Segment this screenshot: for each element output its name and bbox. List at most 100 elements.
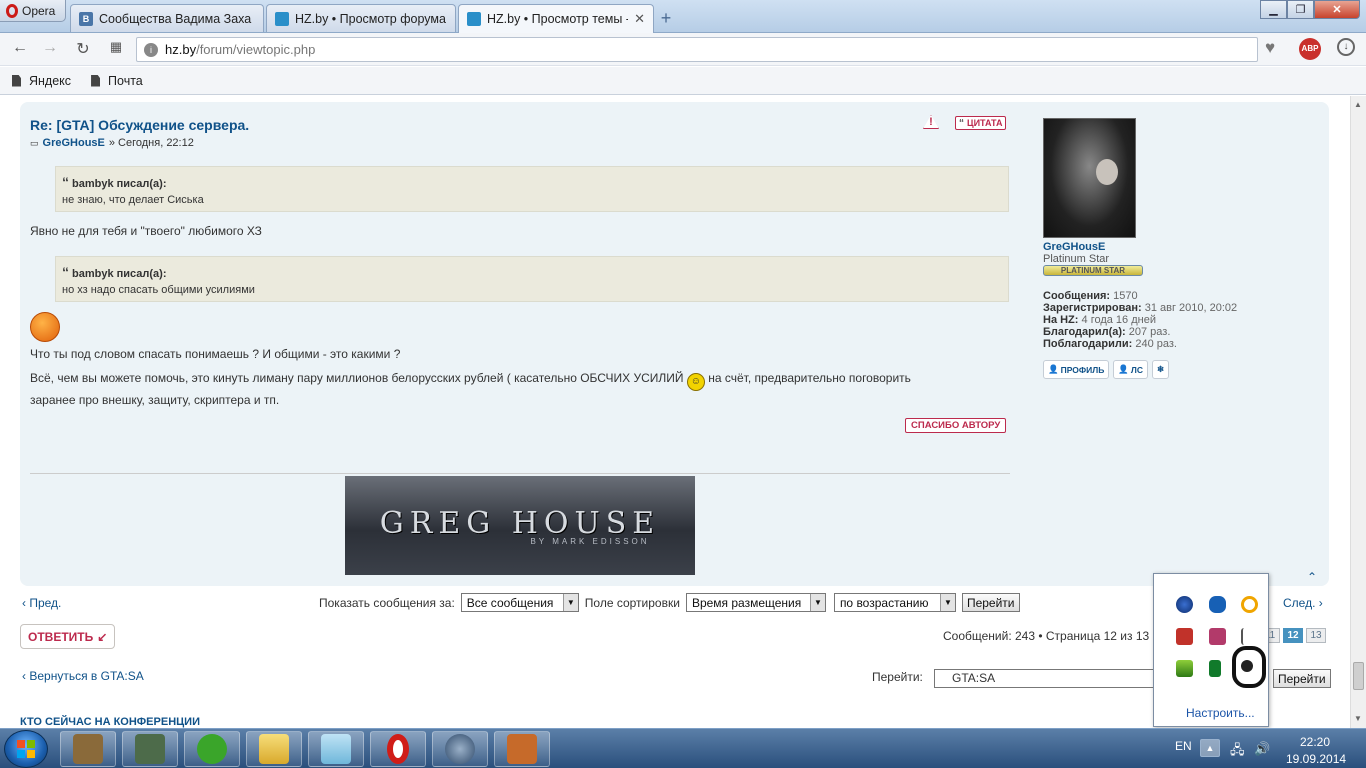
tray-customize-link[interactable]: Настроить... [1186, 706, 1255, 720]
jump-label: Перейти: [872, 670, 923, 684]
tab-title: HZ.by • Просмотр форума [295, 11, 446, 26]
close-tab-icon[interactable]: ✕ [634, 11, 645, 27]
bluetooth-icon[interactable] [1209, 596, 1226, 613]
show-select[interactable]: Все сообщения ▼ [460, 593, 579, 612]
profile-button[interactable]: 👤 ПРОФИЛЬ [1043, 360, 1110, 379]
post-title[interactable]: Re: [GTA] Обсуждение сервера. [30, 117, 249, 133]
opera-menu-button[interactable]: Opera [0, 0, 66, 22]
page-button[interactable]: 13 [1306, 628, 1326, 643]
language-indicator[interactable]: EN [1175, 739, 1192, 753]
taskbar-app-notepad[interactable] [308, 731, 364, 767]
quote-block: “bambyk писал(а): но хз надо спасать общ… [55, 256, 1009, 302]
taskbar-app-teamspeak[interactable] [432, 731, 488, 767]
jump-go-button[interactable]: Перейти [1273, 669, 1331, 688]
info-label: На HZ: [1043, 314, 1079, 326]
quote-button[interactable]: “ЦИТАТА [955, 116, 1007, 130]
tab-vk[interactable]: В Сообщества Вадима Заха [70, 4, 264, 32]
volume-icon[interactable]: 🔊 [1254, 741, 1270, 757]
opera-logo-icon [6, 3, 18, 18]
app-tray-icon[interactable] [1209, 628, 1226, 645]
speed-dial-grid-icon[interactable]: ▦ [105, 39, 127, 55]
download-icon[interactable]: ↓ [1337, 38, 1355, 56]
new-tab-icon[interactable]: + [656, 8, 676, 29]
close-window-icon[interactable]: ✕ [1314, 0, 1360, 19]
post-author[interactable]: GreGHousE [43, 137, 105, 149]
flag-icon[interactable] [1241, 628, 1258, 645]
app-tray-icon[interactable] [1176, 628, 1193, 645]
sort-go-button[interactable]: Перейти [961, 593, 1020, 612]
avast-icon[interactable] [1241, 596, 1258, 613]
site-info-icon[interactable]: i [144, 43, 158, 57]
forward-arrow-icon[interactable]: → [39, 39, 61, 57]
show-select-value: Все сообщения [466, 595, 554, 610]
profile-buttons: 👤 ПРОФИЛЬ 👤 ЛС ❄ [1043, 360, 1170, 379]
taskbar-app-search[interactable] [184, 731, 240, 767]
scroll-down-icon[interactable]: ▼ [1354, 714, 1362, 723]
scroll-up-icon[interactable]: ▲ [1354, 100, 1362, 109]
sort-select[interactable]: Время размещения ▼ [685, 593, 826, 612]
signature-subtitle: BY MARK EDISSON [530, 536, 650, 546]
who-online-heading: КТО СЕЙЧАС НА КОНФЕРЕНЦИИ [20, 716, 200, 728]
report-warning-icon[interactable]: ! [923, 115, 939, 129]
show-hidden-icons-icon[interactable]: ▲ [1200, 739, 1220, 757]
url-bar[interactable]: i hz.by/forum/viewtopic.php [136, 37, 1258, 62]
maximize-icon[interactable]: ❐ [1287, 0, 1314, 19]
page-content: Re: [GTA] Обсуждение сервера. ▭ GreGHous… [0, 96, 1350, 728]
pm-button[interactable]: 👤 ЛС [1113, 360, 1149, 379]
samp-icon [507, 734, 537, 764]
tray-overflow-popup: Настроить... [1153, 573, 1269, 727]
adblock-icon[interactable]: ABP [1299, 38, 1321, 60]
notepad-icon [321, 734, 351, 764]
back-arrow-icon[interactable]: ← [9, 39, 31, 57]
browser-tab-bar: Opera В Сообщества Вадима Заха HZ.by • П… [0, 0, 1366, 33]
network-tray-icon[interactable]: 🖧 [1230, 741, 1245, 763]
order-select[interactable]: по возрастанию ▼ [833, 593, 956, 612]
app-tray-icon[interactable] [1209, 660, 1221, 677]
taskbar-app-explorer[interactable] [246, 731, 302, 767]
start-button[interactable] [4, 730, 48, 768]
heart-bookmark-icon[interactable]: ♥ [1265, 38, 1275, 58]
taskbar-app-gta[interactable] [60, 731, 116, 767]
signature-title: GREG HOUSE [379, 505, 661, 541]
thanks-author-button[interactable]: СПАСИБО АВТОРУ [905, 418, 1007, 433]
taskbar-app-computer[interactable] [122, 731, 178, 767]
taskbar-app-samp[interactable] [494, 731, 550, 767]
clock-time: 22:20 [1299, 735, 1331, 749]
tab-forum[interactable]: HZ.by • Просмотр форума [266, 4, 456, 32]
bookmark-yandex[interactable]: Яндекс [12, 74, 71, 88]
minimize-icon[interactable]: ▁ [1260, 0, 1287, 19]
magnifier-icon [197, 734, 227, 764]
computer-icon [135, 734, 165, 764]
app-tray-icon[interactable] [1176, 660, 1193, 677]
post-text: заранее про внешку, защиту, скриптера и … [30, 393, 280, 407]
current-page: 12 [1283, 628, 1303, 643]
next-link[interactable]: След. › [1283, 596, 1323, 610]
chevron-down-icon: ▼ [809, 594, 825, 611]
reload-icon[interactable]: ↻ [72, 39, 94, 59]
page-scrollbar[interactable]: ▲ ▼ [1350, 96, 1366, 728]
bookmark-pochta[interactable]: Почта [91, 74, 143, 88]
prev-link[interactable]: ‹ Пред. [22, 596, 61, 610]
post-text: Что ты под словом спасать понимаешь ? И … [30, 347, 401, 361]
folder-icon [259, 734, 289, 764]
avatar[interactable] [1043, 118, 1136, 238]
reply-button[interactable]: ОТВЕТИТЬ ↙ [20, 624, 116, 649]
back-to-forum-link[interactable]: ‹ Вернуться в GTA:SA [22, 669, 144, 683]
tab-topic[interactable]: HZ.by • Просмотр темы - ✕ [458, 4, 654, 33]
page-buttons: 11 12 13 [1260, 628, 1326, 643]
quote-button-label: ЦИТАТА [967, 118, 1003, 128]
profile-name[interactable]: GreGHousE [1043, 241, 1105, 253]
document-icon [91, 74, 101, 87]
jabber-button[interactable]: ❄ [1152, 360, 1170, 379]
info-label: Благодарил(а): [1043, 326, 1126, 338]
back-to-top-icon[interactable]: ⌃ [1307, 570, 1317, 584]
scroll-thumb[interactable] [1353, 662, 1364, 690]
teamspeak-icon [445, 734, 475, 764]
window-controls: ▁ ❐ ✕ [1260, 0, 1360, 19]
reply-label: ОТВЕТИТЬ [28, 629, 94, 644]
document-icon [12, 74, 21, 87]
system-clock[interactable]: 22:20 19.09.2014 [1286, 734, 1346, 768]
network-globe-icon[interactable] [1176, 596, 1193, 613]
info-label: Зарегистрирован: [1043, 302, 1142, 314]
taskbar-app-opera[interactable] [370, 731, 426, 767]
